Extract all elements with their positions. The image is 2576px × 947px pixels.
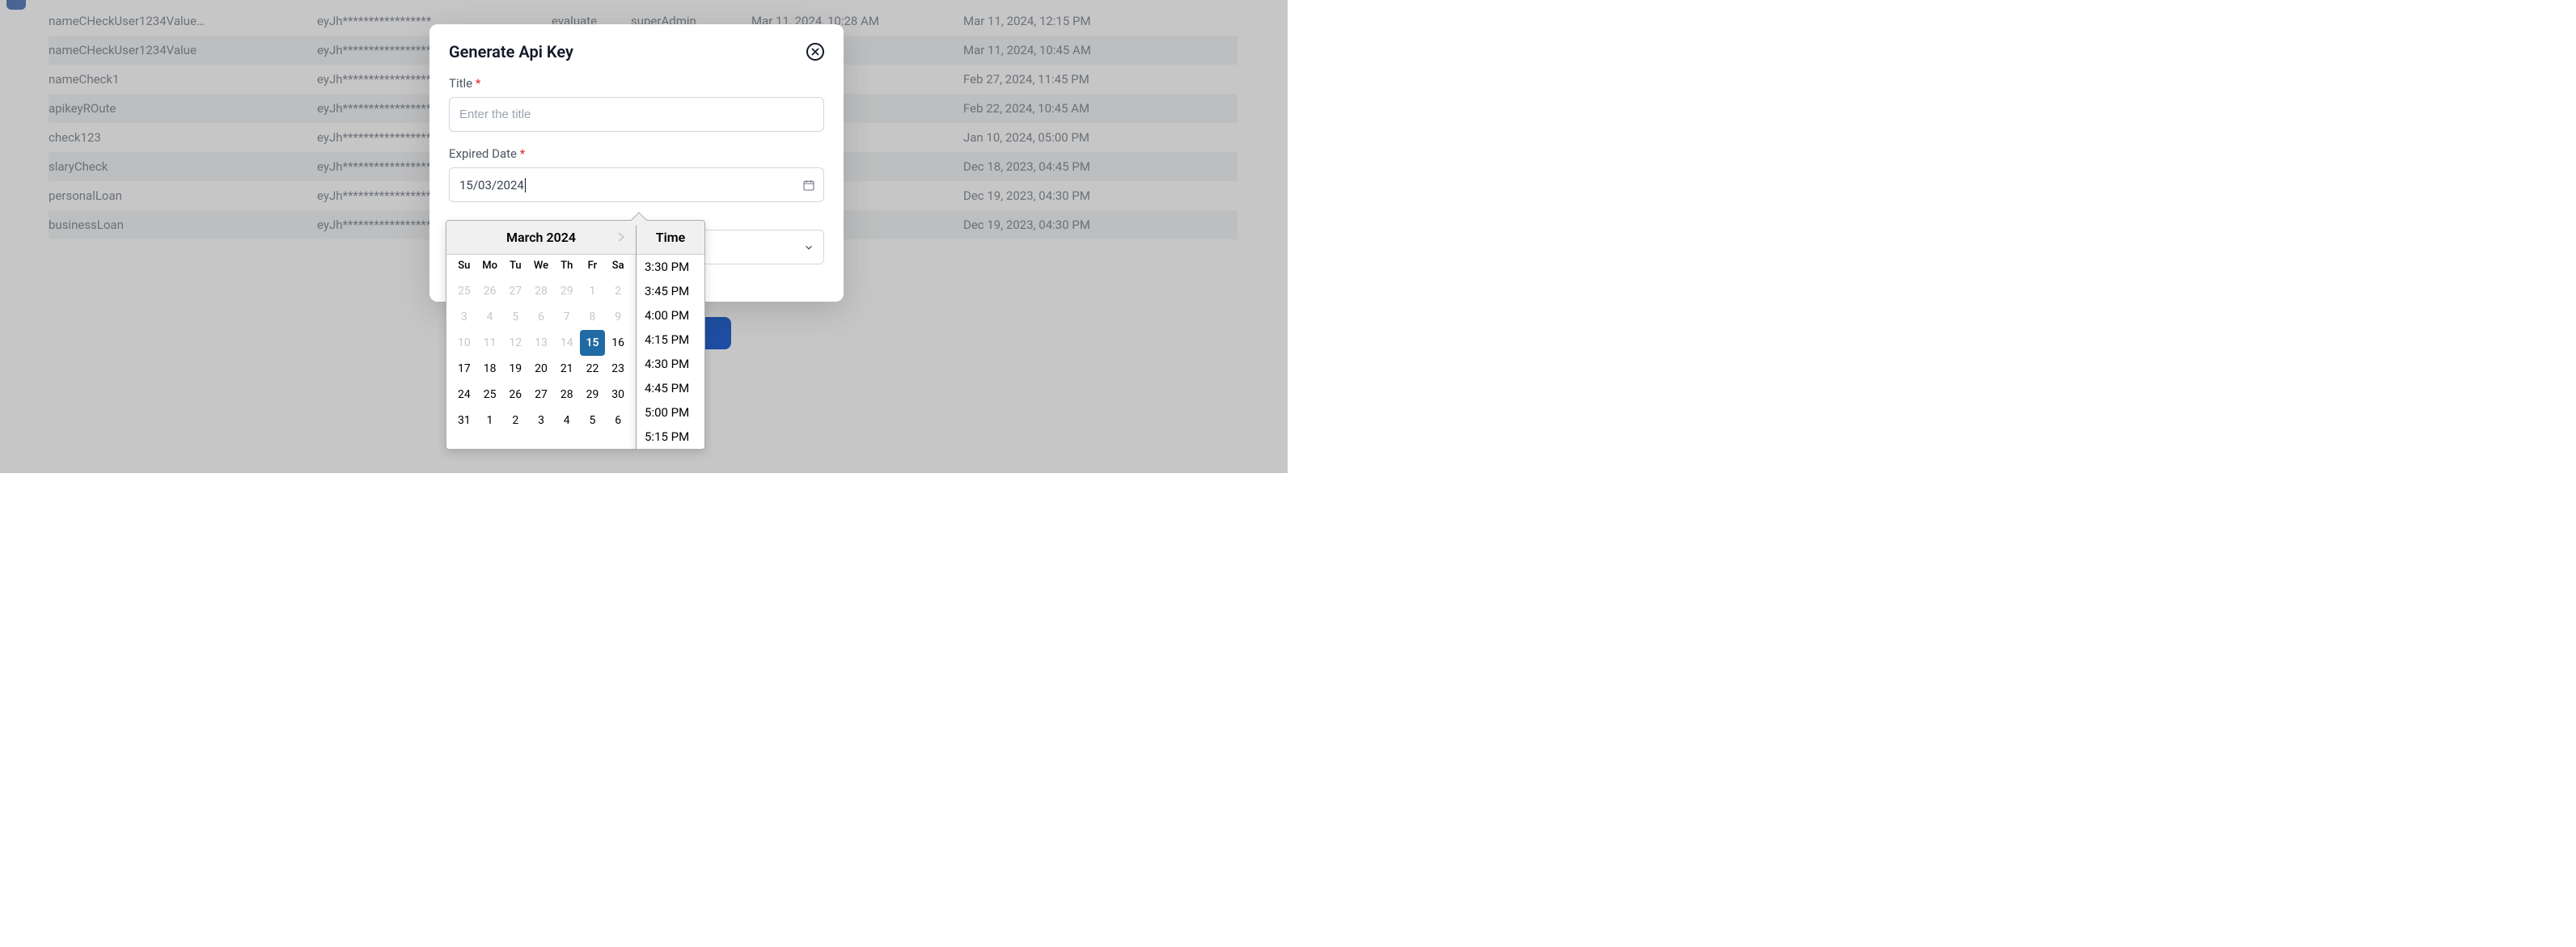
- calendar-next-icon[interactable]: [613, 229, 629, 245]
- calendar-day[interactable]: 15: [580, 330, 606, 356]
- calendar-panel: March 2024 SuMoTuWeThFrSa 25262728291234…: [446, 220, 637, 450]
- calendar-day: 27: [502, 278, 528, 304]
- calendar-day[interactable]: 24: [451, 382, 477, 408]
- calendar-dow: Tu: [502, 260, 528, 272]
- calendar-day: 2: [605, 278, 631, 304]
- sidebar: [0, 0, 24, 473]
- calendar-day[interactable]: 31: [451, 408, 477, 433]
- calendar-dow: Sa: [605, 260, 631, 272]
- calendar-day[interactable]: 19: [502, 356, 528, 382]
- table-cell: slaryCheck: [49, 152, 317, 181]
- time-header: Time: [637, 221, 704, 255]
- calendar-day[interactable]: 2: [502, 408, 528, 433]
- calendar-day: 7: [554, 304, 580, 330]
- time-option[interactable]: 5:00 PM: [637, 400, 704, 425]
- time-option[interactable]: 3:30 PM: [637, 255, 704, 279]
- calendar-icon[interactable]: [802, 178, 816, 192]
- table-cell: Dec 18, 2023, 04:45 PM: [963, 152, 1237, 181]
- time-option[interactable]: 4:45 PM: [637, 376, 704, 400]
- table-cell: Dec 19, 2023, 04:30 PM: [963, 210, 1237, 239]
- calendar-day: 3: [451, 304, 477, 330]
- calendar-grid: 2526272829123456789101112131415161718192…: [446, 277, 636, 442]
- calendar-dow: Fr: [580, 260, 606, 272]
- calendar-day: 25: [451, 278, 477, 304]
- time-option[interactable]: 4:30 PM: [637, 352, 704, 376]
- calendar-day[interactable]: 1: [477, 408, 503, 433]
- calendar-day: 5: [502, 304, 528, 330]
- table-cell: personalLoan: [49, 181, 317, 210]
- calendar-day[interactable]: 20: [528, 356, 554, 382]
- table-cell: nameCHeckUser1234Value…: [49, 6, 317, 36]
- calendar-day[interactable]: 23: [605, 356, 631, 382]
- table-cell: Mar 11, 2024, 12:15 PM: [963, 6, 1237, 36]
- time-list[interactable]: 3:30 PM3:45 PM4:00 PM4:15 PM4:30 PM4:45 …: [637, 255, 704, 449]
- title-label: Title *: [449, 76, 824, 91]
- title-field-group: Title *: [449, 76, 824, 132]
- calendar-day[interactable]: 3: [528, 408, 554, 433]
- calendar-day[interactable]: 29: [580, 382, 606, 408]
- modal-title: Generate Api Key: [449, 42, 573, 61]
- calendar-day: 11: [477, 330, 503, 356]
- expired-date-input[interactable]: 15/03/2024: [449, 167, 824, 202]
- calendar-dow-row: SuMoTuWeThFrSa: [446, 255, 636, 277]
- time-option[interactable]: 5:15 PM: [637, 425, 704, 449]
- calendar-dow: We: [528, 260, 554, 272]
- calendar-day[interactable]: 17: [451, 356, 477, 382]
- table-cell: Feb 27, 2024, 11:45 PM: [963, 65, 1237, 94]
- calendar-day[interactable]: 16: [605, 330, 631, 356]
- table-cell: apikeyROute: [49, 94, 317, 123]
- table-cell: Feb 22, 2024, 10:45 AM: [963, 94, 1237, 123]
- calendar-day: 28: [528, 278, 554, 304]
- calendar-day[interactable]: 25: [477, 382, 503, 408]
- calendar-day[interactable]: 26: [502, 382, 528, 408]
- calendar-dow: Th: [554, 260, 580, 272]
- time-option[interactable]: 3:45 PM: [637, 279, 704, 303]
- app-icon: [6, 0, 26, 10]
- time-option[interactable]: 4:00 PM: [637, 303, 704, 328]
- calendar-day: 1: [580, 278, 606, 304]
- table-cell: businessLoan: [49, 210, 317, 239]
- calendar-header: March 2024: [446, 221, 636, 255]
- calendar-day[interactable]: 28: [554, 382, 580, 408]
- calendar-day[interactable]: 21: [554, 356, 580, 382]
- table-cell: Mar 11, 2024, 10:45 AM: [963, 36, 1237, 65]
- calendar-day: 6: [528, 304, 554, 330]
- calendar-day: 26: [477, 278, 503, 304]
- table-cell: Jan 10, 2024, 05:00 PM: [963, 123, 1237, 152]
- table-cell: nameCHeckUser1234Value: [49, 36, 317, 65]
- close-icon[interactable]: [806, 43, 824, 61]
- calendar-day: 4: [477, 304, 503, 330]
- calendar-day: 12: [502, 330, 528, 356]
- time-option[interactable]: 4:15 PM: [637, 328, 704, 352]
- calendar-day[interactable]: 4: [554, 408, 580, 433]
- calendar-month-label: March 2024: [506, 230, 576, 245]
- calendar-day: 29: [554, 278, 580, 304]
- calendar-dow: Mo: [477, 260, 503, 272]
- calendar-day[interactable]: 22: [580, 356, 606, 382]
- calendar-dow: Su: [451, 260, 477, 272]
- calendar-day: 8: [580, 304, 606, 330]
- calendar-day[interactable]: 18: [477, 356, 503, 382]
- date-time-picker: March 2024 SuMoTuWeThFrSa 25262728291234…: [446, 220, 705, 450]
- expired-date-field-group: Expired Date * 15/03/2024: [449, 146, 824, 202]
- title-input[interactable]: [449, 97, 824, 132]
- calendar-day[interactable]: 5: [580, 408, 606, 433]
- calendar-day: 10: [451, 330, 477, 356]
- table-cell: Dec 19, 2023, 04:30 PM: [963, 181, 1237, 210]
- calendar-day: 9: [605, 304, 631, 330]
- calendar-day[interactable]: 27: [528, 382, 554, 408]
- time-panel: Time 3:30 PM3:45 PM4:00 PM4:15 PM4:30 PM…: [637, 220, 705, 450]
- chevron-down-icon[interactable]: [802, 240, 816, 255]
- calendar-day: 14: [554, 330, 580, 356]
- calendar-day: 13: [528, 330, 554, 356]
- table-cell: nameCheck1: [49, 65, 317, 94]
- expired-date-label: Expired Date *: [449, 146, 824, 161]
- table-cell: check123: [49, 123, 317, 152]
- calendar-day[interactable]: 30: [605, 382, 631, 408]
- calendar-day[interactable]: 6: [605, 408, 631, 433]
